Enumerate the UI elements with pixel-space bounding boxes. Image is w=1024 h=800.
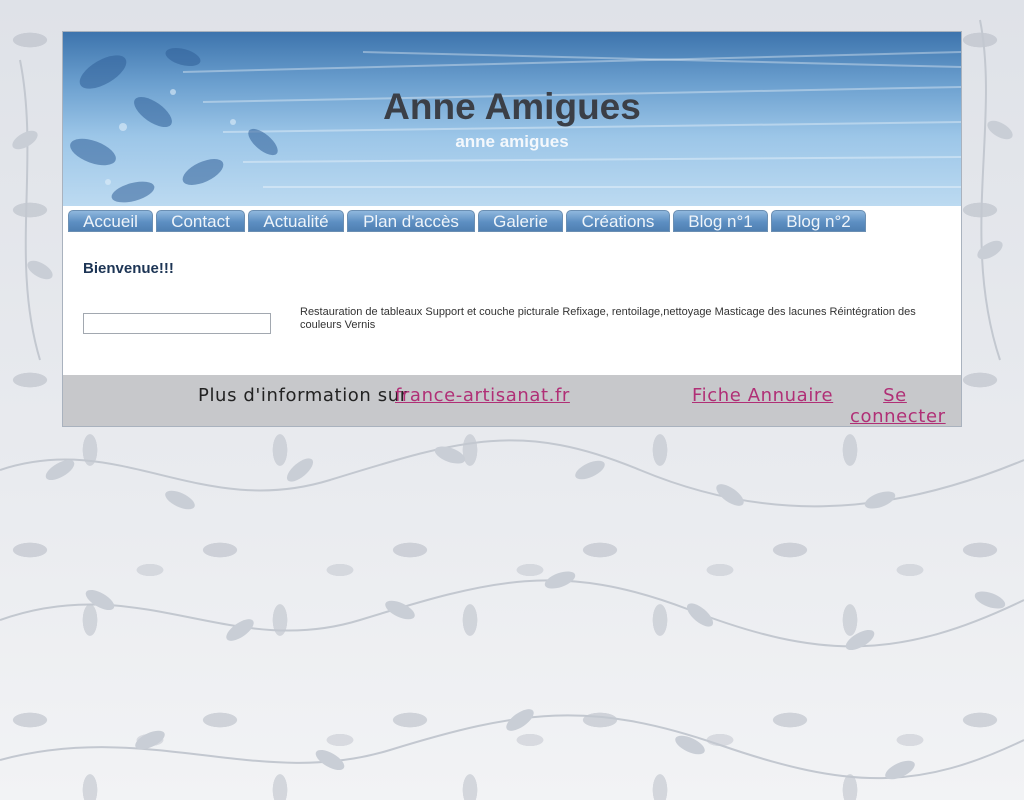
france-artisanat-link[interactable]: france-artisanat.fr	[395, 385, 570, 406]
tab-contact[interactable]: Contact	[156, 210, 245, 232]
login-link[interactable]: Se connecter	[850, 385, 945, 427]
tab-plan-acces[interactable]: Plan d'accès	[347, 210, 475, 232]
site-title: Anne Amigues	[383, 86, 641, 127]
footer-more-info-text: Plus d'information sur	[198, 385, 408, 406]
site-container: Anne Amigues anne amigues Accueil Contac…	[62, 31, 962, 427]
header-banner: Anne Amigues anne amigues	[63, 32, 961, 206]
tab-blog-2[interactable]: Blog n°2	[771, 210, 866, 232]
text-field[interactable]	[83, 313, 271, 334]
tab-galerie[interactable]: Galerie	[478, 210, 563, 232]
tab-actualite[interactable]: Actualité	[248, 210, 344, 232]
site-subtitle: anne amigues	[455, 132, 569, 151]
welcome-heading: Bienvenue!!!	[83, 260, 174, 277]
services-description: Restauration de tableaux Support et couc…	[300, 306, 916, 331]
tab-creations[interactable]: Créations	[566, 210, 670, 232]
tab-accueil[interactable]: Accueil	[68, 210, 153, 232]
fiche-annuaire-link[interactable]: Fiche Annuaire	[692, 385, 833, 406]
footer-bar: Plus d'information sur france-artisanat.…	[63, 375, 961, 427]
tab-blog-1[interactable]: Blog n°1	[673, 210, 768, 232]
